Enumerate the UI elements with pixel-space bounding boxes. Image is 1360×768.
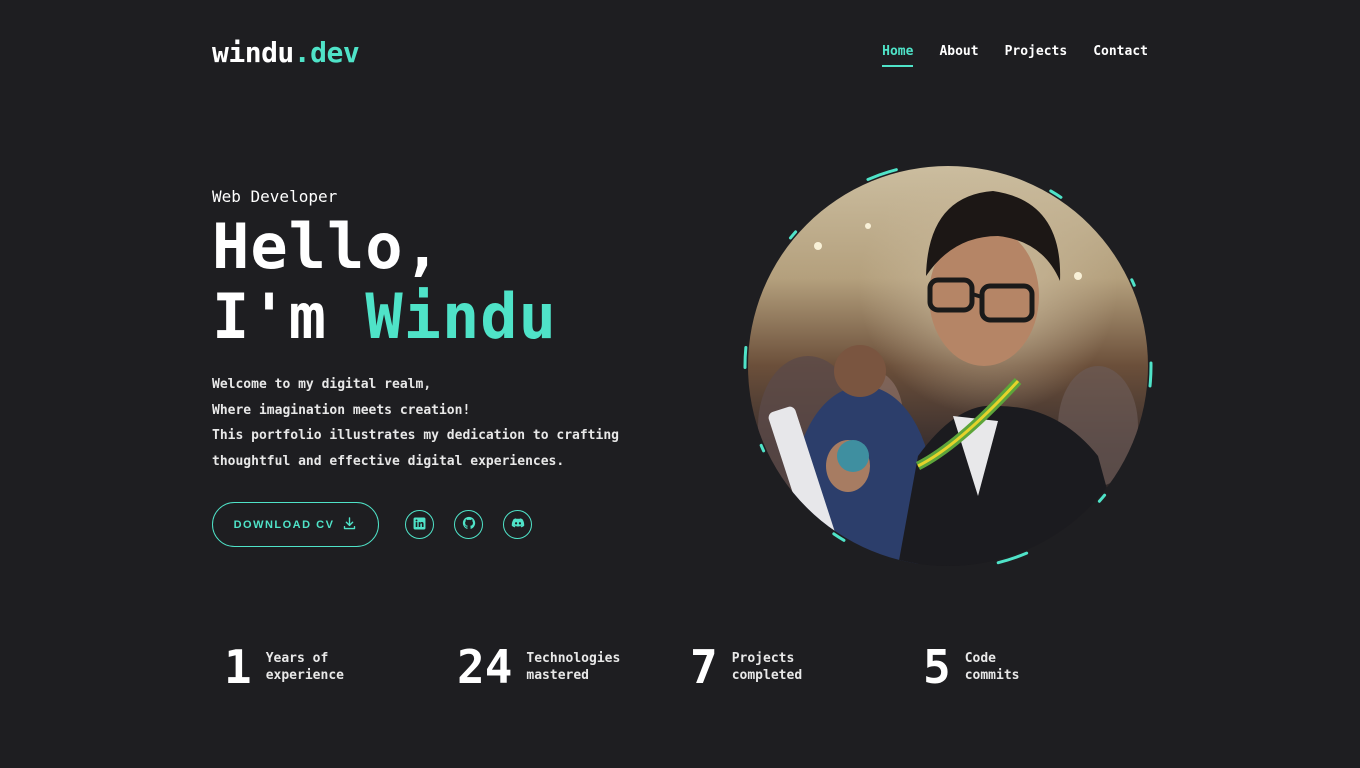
linkedin-icon <box>413 515 426 534</box>
hero-name: Windu <box>365 280 557 353</box>
stat-number: 5 <box>923 640 951 694</box>
download-cv-label: DOWNLOAD CV <box>233 518 335 531</box>
stat-label-line: commits <box>964 668 1020 683</box>
discord-button[interactable] <box>503 510 532 539</box>
stat-number: 7 <box>690 640 718 694</box>
stats-row: 1 Years of experience 24 Technologies ma… <box>224 640 1123 694</box>
stat-label-line: Technologies <box>526 651 621 666</box>
stat-label-line: completed <box>731 668 803 683</box>
discord-icon <box>511 515 525 534</box>
stat-label-line: Code <box>964 651 997 666</box>
download-cv-button[interactable]: DOWNLOAD CV <box>212 502 379 547</box>
photo-decorative-ring <box>743 161 1153 571</box>
stat-number: 24 <box>457 640 513 694</box>
social-links <box>405 510 532 539</box>
nav-home[interactable]: Home <box>882 44 914 67</box>
stat-label-line: experience <box>265 668 344 683</box>
main-nav: Home About Projects Contact <box>882 44 1148 67</box>
linkedin-button[interactable] <box>405 510 434 539</box>
intro-line: Welcome to my digital realm, <box>212 377 432 392</box>
hero-role: Web Developer <box>212 187 338 206</box>
intro-line: Where imagination meets creation! <box>212 402 471 418</box>
logo-name: windu <box>212 36 294 69</box>
intro-line: This portfolio illustrates my dedication… <box>212 428 619 443</box>
nav-contact[interactable]: Contact <box>1093 44 1148 67</box>
page: windu.dev Home About Projects Contact We… <box>0 0 1360 768</box>
nav-about[interactable]: About <box>939 44 978 67</box>
logo[interactable]: windu.dev <box>212 36 360 69</box>
nav-projects[interactable]: Projects <box>1005 44 1068 67</box>
hero-headline: Hello, I'm Windu <box>212 212 557 352</box>
stat-label-line: Years of <box>265 651 329 666</box>
stat-label-line: Projects <box>731 651 795 666</box>
stat-item: 7 Projects completed <box>690 640 923 694</box>
profile-photo-frame <box>743 161 1153 571</box>
hero-intro: Welcome to my digital realm, Where imagi… <box>212 372 619 474</box>
stat-label: Projects completed <box>732 650 802 684</box>
stat-label-line: mastered <box>526 668 590 683</box>
stat-label: Technologies mastered <box>526 650 620 684</box>
intro-line: thoughtful and effective digital experie… <box>212 453 565 469</box>
stat-number: 1 <box>224 640 252 694</box>
stat-label: Code commits <box>965 650 1020 684</box>
stat-item: 24 Technologies mastered <box>457 640 690 694</box>
hero-greeting: Hello, <box>212 210 442 283</box>
stat-label: Years of experience <box>266 650 344 684</box>
logo-suffix: .dev <box>293 36 360 69</box>
stat-item: 5 Code commits <box>923 640 1123 694</box>
stat-item: 1 Years of experience <box>224 640 457 694</box>
github-button[interactable] <box>454 510 483 539</box>
github-icon <box>462 515 476 534</box>
download-icon <box>342 516 357 534</box>
hero-intro-prefix: I'm <box>212 280 366 353</box>
